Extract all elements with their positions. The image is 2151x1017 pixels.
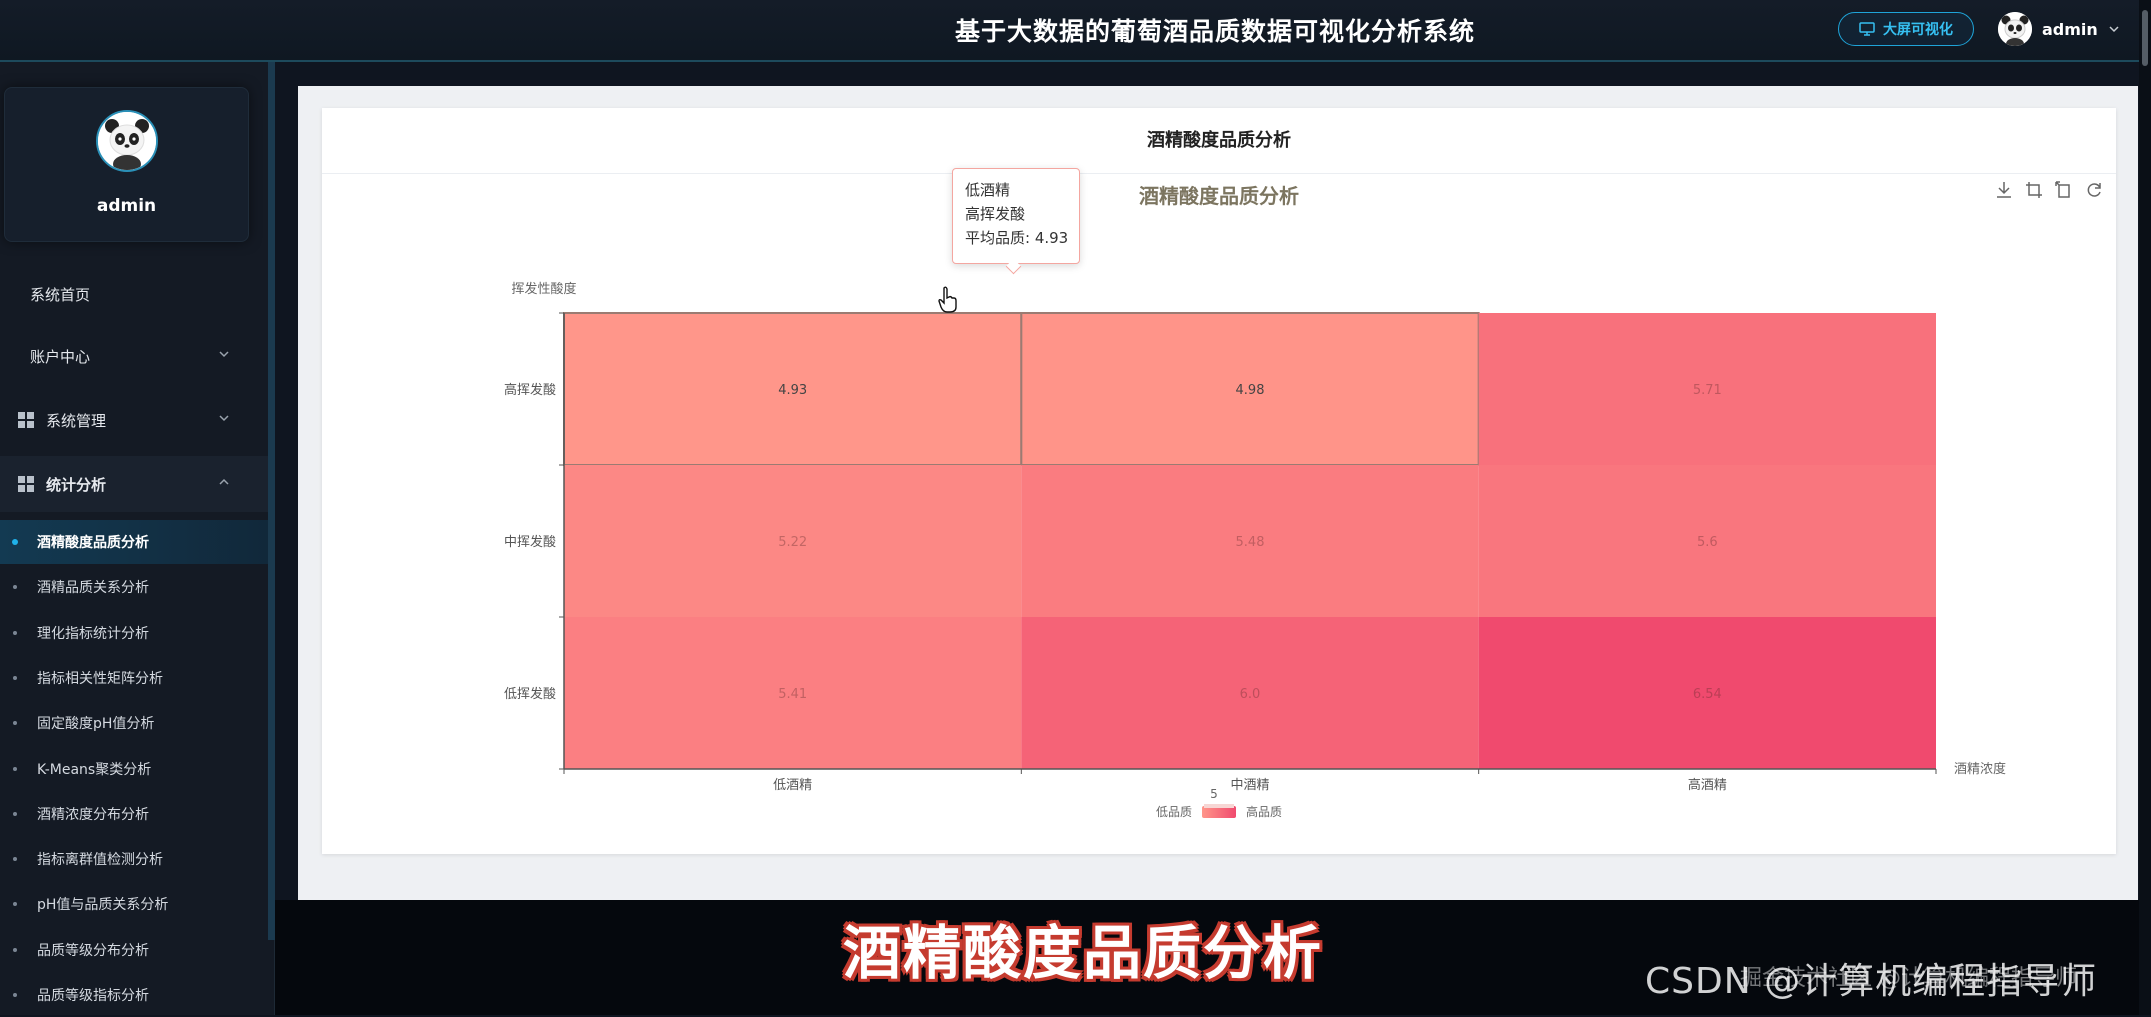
page-scrollbar[interactable] — [2139, 0, 2151, 1015]
profile-name: admin — [96, 196, 157, 216]
sidebar-subitem-label: 酒精浓度分布分析 — [37, 806, 149, 823]
tooltip-y: 高挥发酸 — [965, 205, 1026, 223]
legend-max-label: 高品质 — [1246, 804, 1282, 819]
sidebar-subitem[interactable]: 酒精酸度品质分析 — [0, 520, 268, 564]
bullet-icon — [13, 585, 17, 590]
chevron-up-icon — [219, 478, 229, 485]
cell-label: 6.0 — [1240, 687, 1261, 702]
tooltip-value: 平均品质: 4.93 — [965, 229, 1069, 247]
heatmap-chart[interactable]: 酒精酸度品质分析挥发性酸度酒精浓度 4.93 4.98 5.71 5.22 5.48 5.6… — [322, 173, 2116, 853]
cell-label: 5.6 — [1697, 535, 1718, 550]
bullet-icon — [13, 857, 17, 862]
user-name: admin — [2042, 19, 2098, 39]
menu-item-account[interactable]: 账户中心 — [0, 328, 268, 384]
video-caption: 酒精酸度品质分析 — [843, 919, 1324, 987]
sidebar-subitem-label: 品质等级分布分析 — [37, 942, 149, 959]
chevron-down-icon — [219, 351, 229, 358]
chart-tooltip: 低酒精 高挥发酸 平均品质: 4.93 — [952, 168, 1080, 264]
bullet-icon — [13, 630, 17, 635]
tooltip-x: 低酒精 — [965, 181, 1011, 199]
bullet-icon — [13, 947, 17, 952]
sidebar-subitem-label: K-Means聚类分析 — [37, 761, 152, 778]
legend-handle — [1204, 804, 1234, 808]
y-tick-label: 中挥发酸 — [504, 534, 556, 550]
sidebar-subitem-label: 酒精酸度品质分析 — [37, 535, 149, 551]
y-tick-label: 低挥发酸 — [504, 686, 556, 702]
sidebar-subitem-label: 固定酸度pH值分析 — [37, 716, 155, 733]
card-title: 酒精酸度品质分析 — [322, 108, 2116, 174]
cell-label: 4.98 — [1236, 383, 1265, 398]
hand-cursor-icon — [938, 286, 957, 313]
chevron-down-icon — [219, 415, 229, 422]
sidebar-subitem[interactable]: 品质等级指标分析 — [0, 973, 268, 1017]
sidebar-subitem[interactable]: 指标相关性矩阵分析 — [0, 656, 268, 700]
menu-item-system-management[interactable]: 系统管理 — [0, 392, 268, 448]
menu-item-label: 统计分析 — [46, 475, 107, 494]
sidebar-subitem[interactable]: 理化指标统计分析 — [0, 611, 268, 655]
sidebar-subitem[interactable]: pH值与品质关系分析 — [0, 882, 268, 926]
menu-item-statistics[interactable]: 统计分析 — [0, 456, 268, 512]
menu-item-label: 系统管理 — [46, 411, 107, 430]
chevron-down-icon — [2109, 26, 2119, 33]
sidebar-subitem[interactable]: 品质等级分布分析 — [0, 928, 268, 972]
sidebar-scrollbar[interactable] — [268, 0, 275, 940]
x-tick-label: 高酒精 — [1688, 777, 1727, 793]
bullet-icon — [13, 811, 17, 816]
sidebar: admin 系统首页 账户中心 系统管理 统计分析 酒精酸度品质分析 酒精品质关系… — [0, 0, 275, 1015]
big-screen-button[interactable]: 大屏可视化 — [1838, 12, 1974, 46]
bullet-icon — [12, 539, 18, 545]
profile-card: admin — [4, 87, 249, 242]
top-header: 基于大数据的葡萄酒品质数据可视化分析系统 大屏可视化 admin — [0, 0, 2151, 62]
sidebar-subitem[interactable]: 酒精浓度分布分析 — [0, 792, 268, 836]
sidebar-subitem-label: 指标离群值检测分析 — [37, 852, 163, 869]
x-tick-label: 低酒精 — [773, 778, 812, 793]
cell-label: 5.71 — [1693, 383, 1722, 398]
big-screen-label: 大屏可视化 — [1883, 22, 1953, 38]
sidebar-subitem-label: pH值与品质关系分析 — [37, 897, 169, 914]
sidebar-subitem-label: 理化指标统计分析 — [37, 625, 149, 642]
avatar[interactable] — [96, 110, 158, 172]
y-axis-label: 挥发性酸度 — [511, 281, 576, 297]
menu-item-label: 账户中心 — [30, 347, 91, 366]
cell-label: 5.41 — [778, 687, 807, 702]
sidebar-subitem[interactable]: 固定酸度pH值分析 — [0, 701, 268, 745]
sidebar-subitem-label: 指标相关性矩阵分析 — [37, 670, 163, 687]
cell-label: 4.93 — [778, 383, 807, 398]
legend-min-label: 低品质 — [1156, 805, 1192, 819]
x-axis-label: 酒精浓度 — [1954, 761, 2006, 777]
cell-label: 5.48 — [1236, 535, 1265, 550]
bullet-icon — [13, 675, 17, 680]
grid-icon — [18, 412, 34, 428]
sidebar-subitem[interactable]: 指标离群值检测分析 — [0, 837, 268, 881]
app-title: 基于大数据的葡萄酒品质数据可视化分析系统 — [955, 17, 1476, 46]
grid-icon — [18, 476, 34, 492]
bullet-icon — [13, 766, 17, 771]
watermark: CSDN @计算机编程指导师 — [1645, 961, 2098, 1002]
sidebar-subitem-label: 品质等级指标分析 — [37, 988, 149, 1004]
panda-avatar-icon — [98, 112, 156, 170]
cell-label: 6.54 — [1693, 687, 1722, 702]
menu-item-home[interactable]: 系统首页 — [0, 266, 268, 322]
x-tick-label: 中酒精 — [1230, 778, 1269, 793]
bullet-icon — [13, 721, 17, 726]
menu-item-label: 系统首页 — [30, 285, 91, 304]
sidebar-subitem-label: 酒精品质关系分析 — [37, 580, 149, 597]
monitor-icon — [1859, 22, 1875, 36]
y-tick-label: 高挥发酸 — [504, 382, 556, 398]
sidebar-subitem[interactable]: K-Means聚类分析 — [0, 747, 268, 791]
cell-label: 5.22 — [778, 535, 807, 550]
avatar — [1998, 12, 2032, 46]
bullet-icon — [13, 902, 17, 907]
chart-card: 酒精酸度品质分析 酒精酸度品质分析挥发性酸度酒精浓度 4.93 4.98 5.71 5.… — [322, 108, 2116, 854]
user-menu[interactable]: admin — [1998, 12, 2120, 46]
bullet-icon — [13, 993, 17, 997]
sidebar-subitem[interactable]: 酒精品质关系分析 — [0, 565, 268, 609]
chart-title: 酒精酸度品质分析 — [1139, 184, 1299, 208]
panda-avatar-icon — [1998, 12, 2032, 46]
legend-value-label: 5 — [1210, 787, 1218, 801]
